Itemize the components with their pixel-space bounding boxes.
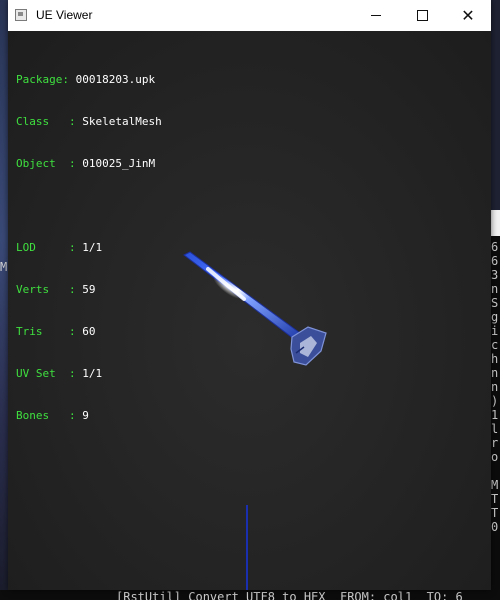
minimize-button[interactable] — [353, 0, 399, 31]
app-window-icon — [15, 9, 27, 21]
ue-viewer-window: UE Viewer ✕ Package: 00018203.upk Class … — [8, 0, 491, 590]
minimize-icon — [371, 15, 381, 16]
title-bar[interactable]: UE Viewer ✕ — [8, 0, 491, 31]
console-command-text: [RstUtil] Convert UTF8 to HEX FROM: col1… — [116, 590, 463, 600]
background-console-titlebar — [490, 210, 500, 236]
close-button[interactable]: ✕ — [445, 0, 491, 31]
3d-viewport[interactable]: Package: 00018203.upk Class : SkeletalMe… — [8, 31, 491, 590]
desktop-partial-text: M — [0, 260, 8, 274]
mesh-render — [183, 251, 327, 590]
window-title: UE Viewer — [36, 8, 93, 22]
maximize-button[interactable] — [399, 0, 445, 31]
weapon-glow — [213, 275, 243, 299]
background-console-bottom-line: [RstUtil] Convert UTF8 to HEX FROM: col1… — [0, 590, 500, 600]
maximize-icon — [416, 10, 428, 21]
close-icon: ✕ — [461, 5, 475, 25]
desktop-background — [0, 0, 8, 600]
background-console-text: 6 6 3 n S g i c h n n ) 1 l r o M T T 0 — [491, 240, 499, 534]
